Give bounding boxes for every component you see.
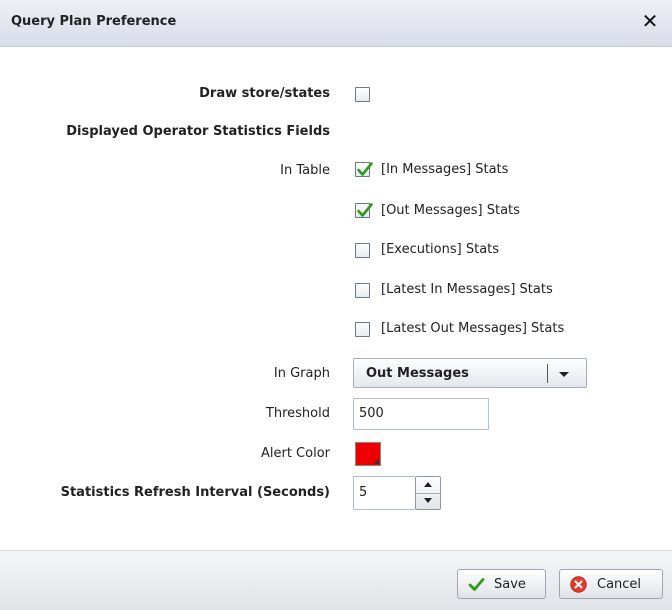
draw-states-label: Draw store/states xyxy=(199,86,330,101)
cancel-button-label: Cancel xyxy=(597,577,642,592)
latest-in-messages-checkbox[interactable] xyxy=(355,283,370,298)
latest-out-messages-label: [Latest Out Messages] Stats xyxy=(381,321,565,336)
decrement-button[interactable] xyxy=(416,493,440,509)
checkmark-icon xyxy=(357,203,373,217)
in-messages-checkbox[interactable] xyxy=(355,162,373,177)
cancel-button[interactable]: Cancel xyxy=(559,569,663,599)
out-messages-checkbox[interactable] xyxy=(355,203,373,218)
out-messages-label: [Out Messages] Stats xyxy=(381,203,520,218)
save-button-label: Save xyxy=(494,577,526,592)
statistics-fields-heading: Displayed Operator Statistics Fields xyxy=(66,124,330,139)
refresh-interval-input[interactable]: 5 xyxy=(353,476,415,510)
dialog-footer: Save Cancel xyxy=(0,550,672,610)
threshold-label: Threshold xyxy=(265,406,330,421)
dialog-title: Query Plan Preference xyxy=(11,14,177,29)
select-divider xyxy=(547,364,548,383)
stepper-buttons xyxy=(415,476,441,510)
caret-down-icon xyxy=(424,498,432,503)
refresh-interval-stepper: 5 xyxy=(353,476,441,510)
color-dropdown-indicator-icon xyxy=(374,459,379,464)
executions-checkbox[interactable] xyxy=(355,243,370,258)
threshold-input[interactable]: 500 xyxy=(353,398,489,430)
checkmark-icon xyxy=(468,578,485,591)
cancel-x-circle-icon xyxy=(570,576,587,593)
in-graph-label: In Graph xyxy=(273,366,330,381)
increment-button[interactable] xyxy=(416,477,440,494)
checkmark-icon xyxy=(357,162,373,176)
chevron-down-icon xyxy=(559,372,569,377)
refresh-interval-label: Statistics Refresh Interval (Seconds) xyxy=(60,485,330,500)
close-icon: ✕ xyxy=(641,9,659,33)
close-button[interactable]: ✕ xyxy=(638,9,662,33)
alert-color-label: Alert Color xyxy=(260,446,330,461)
save-button[interactable]: Save xyxy=(457,569,546,599)
draw-states-checkbox[interactable] xyxy=(355,87,370,102)
in-graph-select[interactable]: Out Messages xyxy=(353,358,587,388)
in-table-label: In Table xyxy=(280,163,330,178)
latest-in-messages-label: [Latest In Messages] Stats xyxy=(381,282,553,297)
in-messages-label: [In Messages] Stats xyxy=(381,162,509,177)
dialog-titlebar: Query Plan Preference ✕ xyxy=(0,0,672,47)
alert-color-picker[interactable] xyxy=(355,442,381,466)
latest-out-messages-checkbox[interactable] xyxy=(355,322,370,337)
caret-up-icon xyxy=(424,482,432,487)
in-graph-selected-value: Out Messages xyxy=(366,366,469,381)
query-plan-preference-dialog: Query Plan Preference ✕ Draw store/state… xyxy=(0,0,672,610)
executions-label: [Executions] Stats xyxy=(381,242,500,257)
